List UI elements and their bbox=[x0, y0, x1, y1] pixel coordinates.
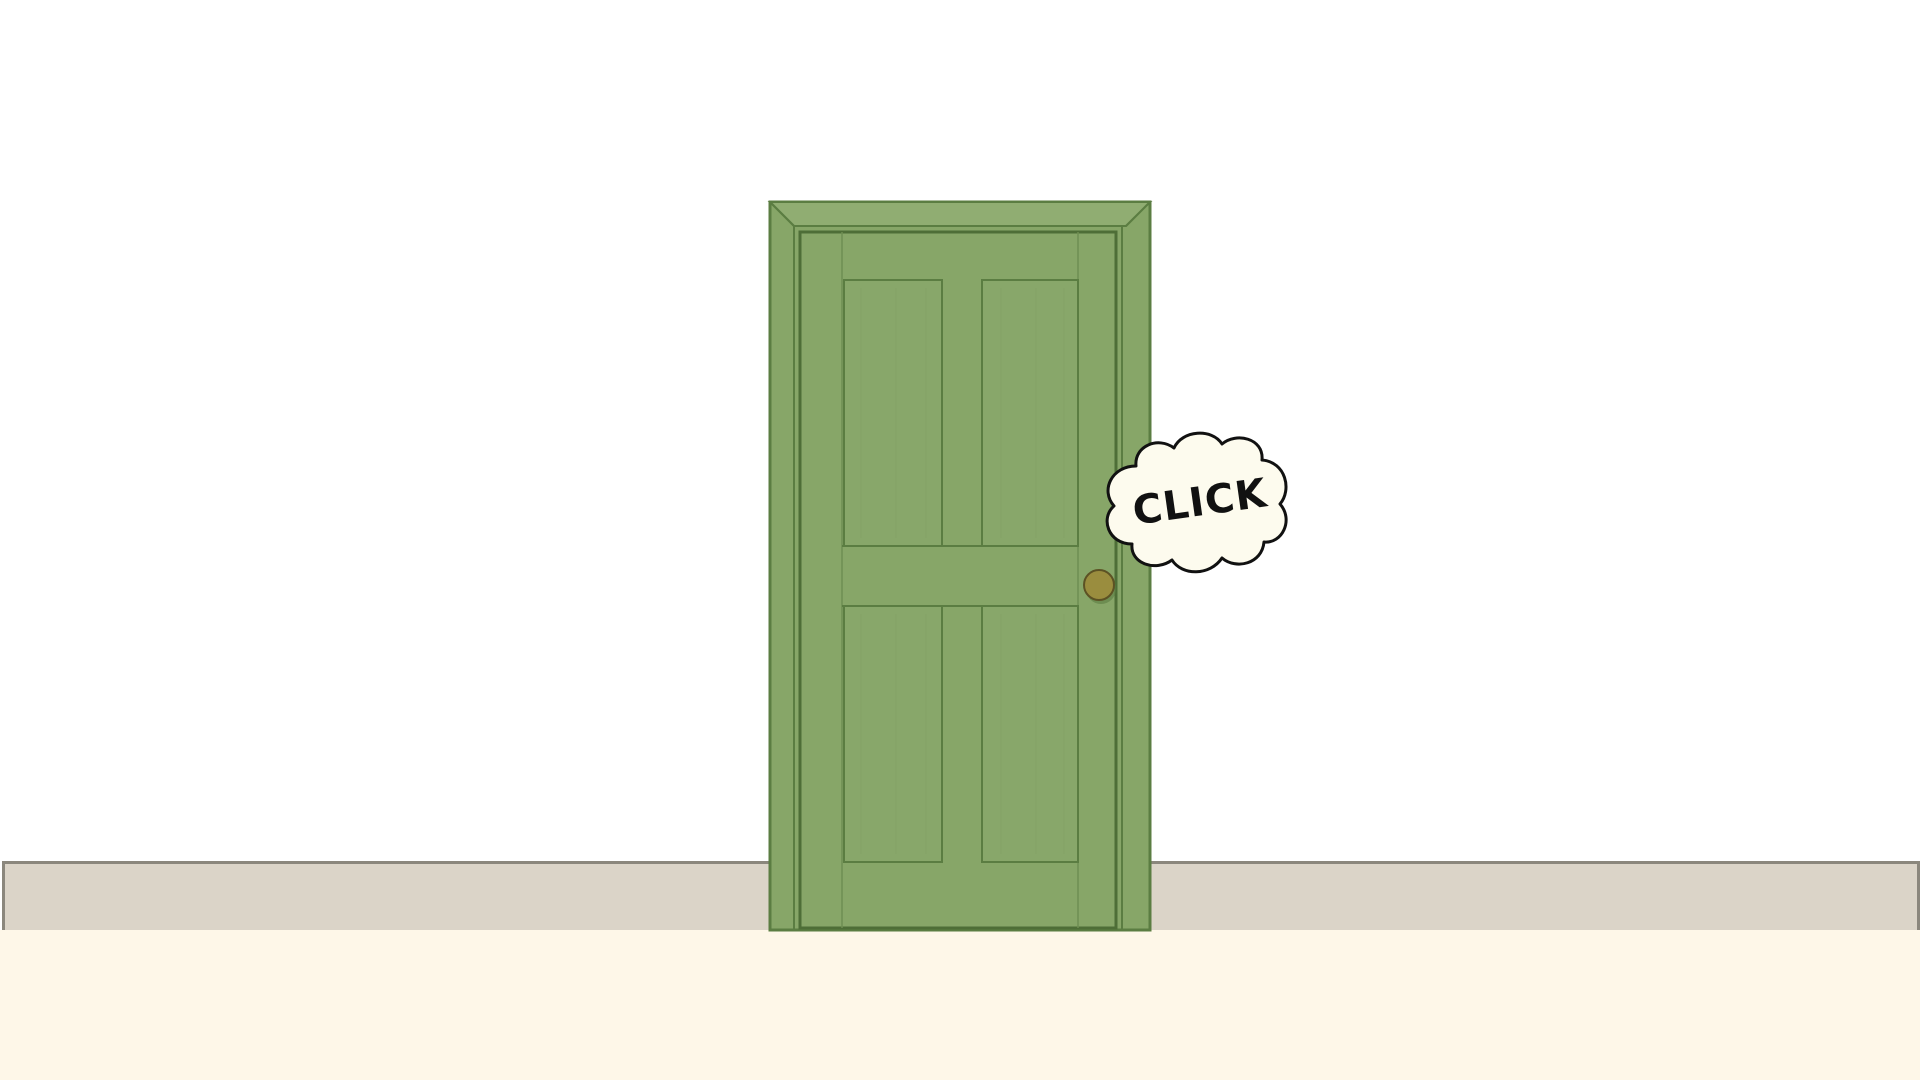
floor bbox=[0, 930, 1920, 1080]
door-panel-top-right bbox=[981, 279, 1079, 547]
door-frame-header bbox=[767, 201, 1153, 227]
door-panel-top-left bbox=[843, 279, 943, 547]
door-panel-bottom-right bbox=[981, 605, 1079, 863]
game-scene: CLICK bbox=[0, 0, 1920, 1080]
click-label: CLICK bbox=[1129, 470, 1271, 535]
click-bubble[interactable]: CLICK bbox=[1096, 426, 1296, 580]
door-panel-bottom-left bbox=[843, 605, 943, 863]
